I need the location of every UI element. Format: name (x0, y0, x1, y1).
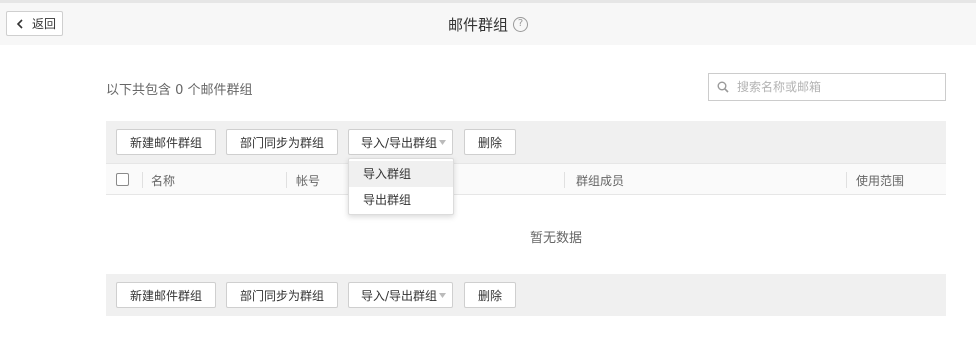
select-all-checkbox[interactable] (116, 173, 129, 186)
group-count-summary: 以下共包含 0 个邮件群组 (106, 83, 253, 98)
mail-groups-page: 邮件群组 ? 返回 以下共包含 0 个邮件群组 新建邮件群组 部门同步为群组 导… (0, 0, 976, 337)
column-header-members: 群组成员 (576, 174, 625, 188)
import-export-label: 导入/导出群组 (361, 135, 438, 150)
new-mail-group-button[interactable]: 新建邮件群组 (116, 129, 216, 155)
toolbar-bottom: 新建邮件群组 部门同步为群组 导入/导出群组 删除 (106, 274, 946, 316)
chevron-left-icon (16, 18, 23, 29)
sync-department-button[interactable]: 部门同步为群组 (226, 282, 338, 308)
import-export-label: 导入/导出群组 (361, 288, 438, 303)
column-separator (142, 172, 143, 188)
back-button[interactable]: 返回 (6, 11, 63, 36)
column-header-scope: 使用范围 (856, 174, 905, 188)
page-title: 邮件群组 (447, 15, 508, 34)
new-mail-group-button[interactable]: 新建邮件群组 (116, 282, 216, 308)
caret-down-icon (439, 293, 446, 298)
title-area: 邮件群组 ? (0, 3, 976, 45)
column-separator (564, 172, 565, 188)
delete-button[interactable]: 删除 (464, 129, 516, 155)
column-separator (286, 172, 287, 188)
header-bar: 邮件群组 ? 返回 (0, 3, 976, 45)
search-input[interactable] (737, 80, 937, 94)
import-export-dropdown-button[interactable]: 导入/导出群组 (348, 282, 453, 308)
empty-state-text: 暂无数据 (529, 231, 582, 246)
search-icon (717, 81, 729, 93)
column-separator (846, 172, 847, 188)
back-button-label: 返回 (32, 17, 57, 31)
help-icon[interactable]: ? (513, 16, 528, 32)
search-box[interactable] (708, 73, 946, 101)
menu-item-export-group[interactable]: 导出群组 (349, 187, 453, 213)
toolbar-top: 新建邮件群组 部门同步为群组 导入/导出群组 删除 (106, 121, 946, 163)
column-header-account: 帐号 (296, 174, 321, 188)
import-export-menu: 导入群组 导出群组 (348, 158, 454, 215)
menu-item-import-group[interactable]: 导入群组 (349, 161, 453, 187)
caret-down-icon (439, 140, 446, 145)
sync-department-button[interactable]: 部门同步为群组 (226, 129, 338, 155)
column-header-name: 名称 (151, 174, 176, 188)
table-header: 名称 帐号 群组成员 使用范围 (106, 163, 946, 195)
delete-button[interactable]: 删除 (464, 282, 516, 308)
import-export-dropdown-button[interactable]: 导入/导出群组 (348, 129, 453, 155)
